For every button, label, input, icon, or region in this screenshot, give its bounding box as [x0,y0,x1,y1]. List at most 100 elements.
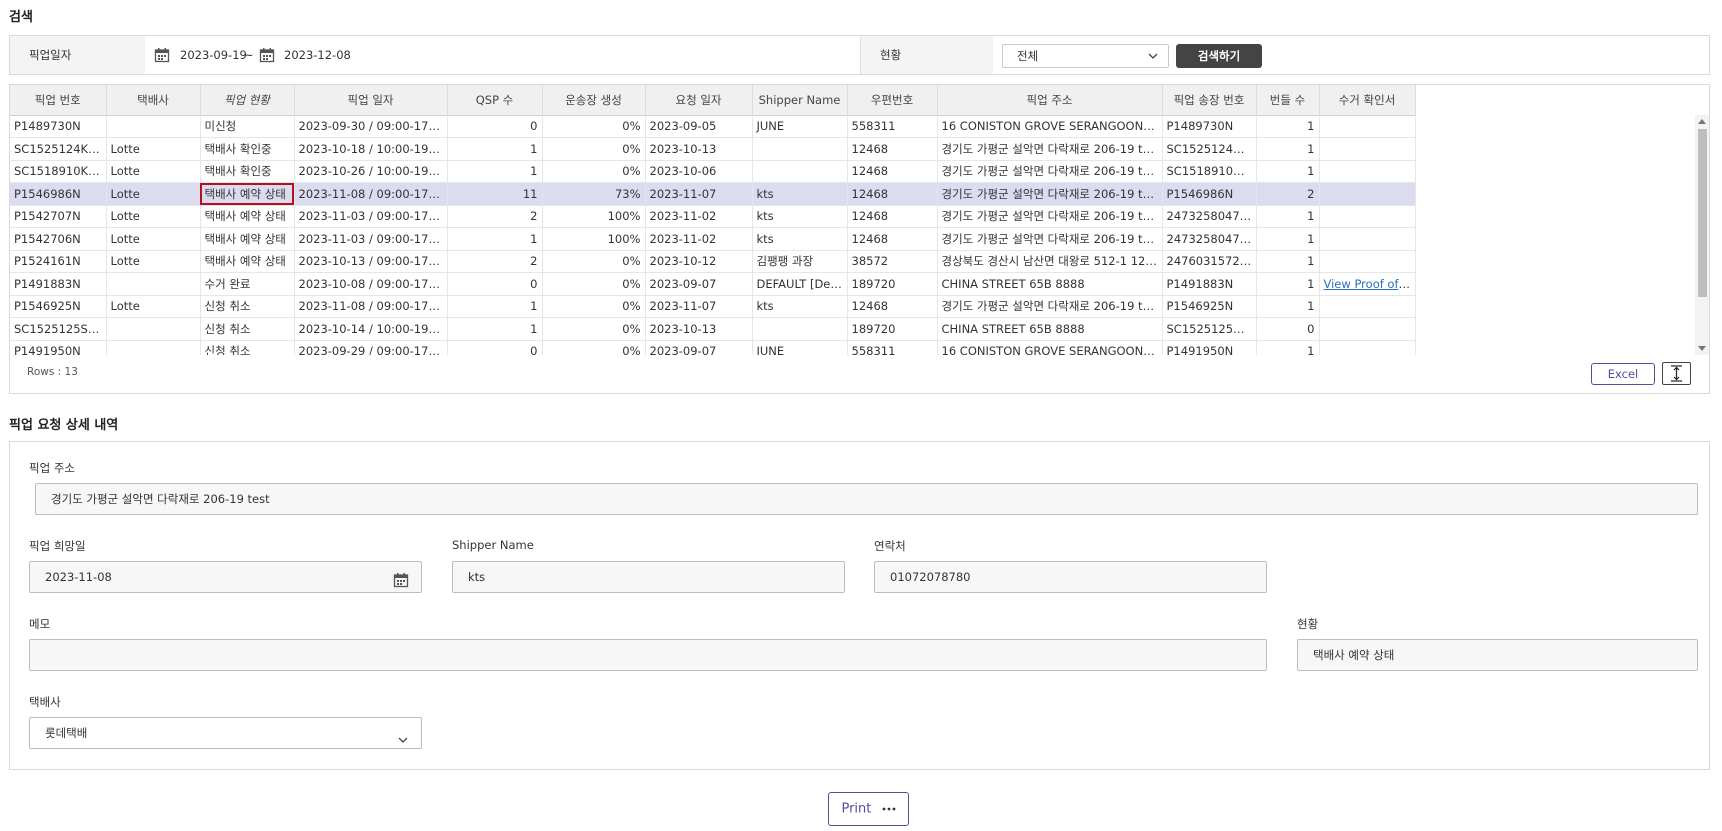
table-cell[interactable]: 12468 [847,137,938,161]
table-cell[interactable]: JUNE [752,340,848,355]
table-cell[interactable]: kts [752,205,848,228]
table-cell[interactable]: 2023-11-08 / 09:00-17:00 [294,295,448,318]
table-cell[interactable]: 2023-10-26 / 10:00-19:00 [294,160,448,183]
table-cell[interactable]: kts [752,295,848,318]
table-cell[interactable] [1319,317,1416,341]
table-cell[interactable]: CHINA STREET 65B 8888 [937,272,1163,296]
table-cell[interactable] [752,137,848,161]
table-row[interactable]: SC1525124KR... Lotte 택배사 확인중 2023-10-18 / 1… [10,137,1416,161]
calendar-icon[interactable] [393,569,409,599]
table-row[interactable]: P1491883N 수거 완료 2023-10-08 / 09:00-17:00 0 0… [10,272,1416,296]
table-cell[interactable]: 택배사 예약 상태 [200,227,295,251]
table-cell[interactable]: 189720 [847,272,938,296]
col-header[interactable]: 픽업 송장 번호 [1162,85,1257,116]
table-cell[interactable]: 16 CONISTON GROVE SERANGOON GA... [937,115,1163,138]
table-cell[interactable]: 2 [447,205,543,228]
scroll-up-icon[interactable] [1698,119,1706,124]
table-cell[interactable]: 경기도 가평군 설악면 다락재로 206-19 test [937,295,1163,318]
table-cell[interactable]: SC1525124KR... [1162,137,1257,161]
table-cell[interactable]: 0% [542,340,646,355]
table-cell[interactable]: 0% [542,137,646,161]
table-cell[interactable] [1319,115,1416,138]
table-cell[interactable]: Lotte [106,250,201,273]
table-cell[interactable]: 신청 취소 [200,340,295,355]
table-cell[interactable]: 2023-11-07 [645,295,753,318]
col-header[interactable]: QSP 수 [447,85,543,116]
col-header[interactable]: 픽업 번호 [10,85,107,116]
contact-field[interactable]: 01072078780 [874,561,1267,593]
col-header[interactable]: 우편번호 [847,85,938,116]
table-cell[interactable]: Lotte [106,205,201,228]
table-cell[interactable]: P1491883N [10,272,107,296]
table-row[interactable]: P1542707N Lotte 택배사 예약 상태 2023-11-03 / 09:0… [10,205,1416,228]
table-cell[interactable]: SC1525125SG... [10,317,107,341]
table-cell[interactable]: 택배사 확인중 [200,137,295,161]
table-cell[interactable]: 100% [542,227,646,251]
table-cell[interactable]: 택배사 예약 상태 [200,250,295,273]
table-cell[interactable]: 택배사 확인중 [200,160,295,183]
table-cell[interactable]: 2023-10-18 / 10:00-19:00 [294,137,448,161]
table-cell[interactable]: 2023-09-07 [645,272,753,296]
table-cell[interactable]: 0% [542,160,646,183]
table-cell[interactable]: 2023-11-08 / 09:00-17:00 [294,182,448,206]
table-cell[interactable]: 2023-11-03 / 09:00-17:00 [294,227,448,251]
table-cell[interactable]: 1 [447,160,543,183]
table-cell[interactable]: 16 CONISTON GROVE SERANGOON GA... [937,340,1163,355]
table-cell[interactable]: 1 [447,137,543,161]
date-to-input[interactable]: 2023-12-08 [284,36,351,74]
table-cell[interactable]: 택배사 예약 상태 [200,182,295,206]
table-cell[interactable]: 경상북도 경산시 남산면 대왕로 512-1 12 ... [937,250,1163,273]
table-cell[interactable]: P1491950N [1162,340,1257,355]
table-cell[interactable]: 김팽팽 과장 [752,250,848,273]
col-header[interactable]: 수거 확인서 [1319,85,1416,116]
table-cell[interactable]: Lotte [106,160,201,183]
table-cell[interactable]: P1546925N [1162,295,1257,318]
table-cell[interactable]: kts [752,182,848,206]
table-cell[interactable]: 미신청 [200,115,295,138]
table-cell[interactable]: Lotte [106,227,201,251]
table-cell[interactable]: 0% [542,250,646,273]
table-cell[interactable] [1319,227,1416,251]
table-cell[interactable]: 2023-10-13 / 09:00-17:00 [294,250,448,273]
table-cell[interactable]: 0 [447,115,543,138]
table-cell[interactable]: P1542706N [10,227,107,251]
table-cell[interactable]: SC1518910KR... [1162,160,1257,183]
table-row[interactable]: SC1518910KR... Lotte 택배사 확인중 2023-10-26 / 1… [10,160,1416,183]
table-cell[interactable]: 12468 [847,295,938,318]
table-cell[interactable]: 1 [1256,115,1320,138]
col-header[interactable]: 운송장 생성 [542,85,646,116]
table-cell[interactable]: 2023-09-07 [645,340,753,355]
table-cell[interactable]: P1542707N [10,205,107,228]
table-cell[interactable]: 2 [1256,182,1320,206]
table-cell[interactable]: 2023-09-05 [645,115,753,138]
table-row[interactable]: P1491950N 신청 취소 2023-09-29 / 09:00-17:00 0 0… [10,340,1416,355]
table-cell[interactable]: SC1525124KR... [10,137,107,161]
search-button[interactable]: 검색하기 [1176,44,1262,68]
table-cell[interactable]: DEFAULT [Deli... [752,272,848,296]
table-cell[interactable]: 1 [1256,137,1320,161]
table-cell[interactable]: P1546925N [10,295,107,318]
table-cell[interactable]: 경기도 가평군 설악면 다락재로 206-19 test [937,205,1163,228]
table-cell[interactable]: 0% [542,295,646,318]
table-cell[interactable]: 1 [1256,205,1320,228]
table-cell[interactable]: SC1525125SG... [1162,317,1257,341]
table-cell[interactable]: P1546986N [10,182,107,206]
table-cell[interactable]: P1546986N [1162,182,1257,206]
table-cell[interactable]: Lotte [106,295,201,318]
table-cell[interactable]: 0% [542,115,646,138]
table-cell[interactable]: P1491883N [1162,272,1257,296]
table-cell[interactable]: 38572 [847,250,938,273]
col-header[interactable]: 택배사 [106,85,201,116]
table-cell[interactable] [106,115,201,138]
table-cell[interactable]: 택배사 예약 상태 [200,205,295,228]
table-cell[interactable]: P1489730N [10,115,107,138]
table-cell[interactable]: 2023-10-13 [645,137,753,161]
expand-rows-button[interactable] [1662,362,1691,385]
table-cell[interactable]: P1489730N [1162,115,1257,138]
table-cell[interactable] [1319,137,1416,161]
table-cell[interactable]: 2023-10-12 [645,250,753,273]
table-cell[interactable]: 11 [447,182,543,206]
table-cell[interactable]: 경기도 가평군 설악면 다락재로 206-19 test [937,227,1163,251]
table-cell[interactable]: 1 [1256,340,1320,355]
date-from-input[interactable]: 2023-09-19 [180,36,247,74]
